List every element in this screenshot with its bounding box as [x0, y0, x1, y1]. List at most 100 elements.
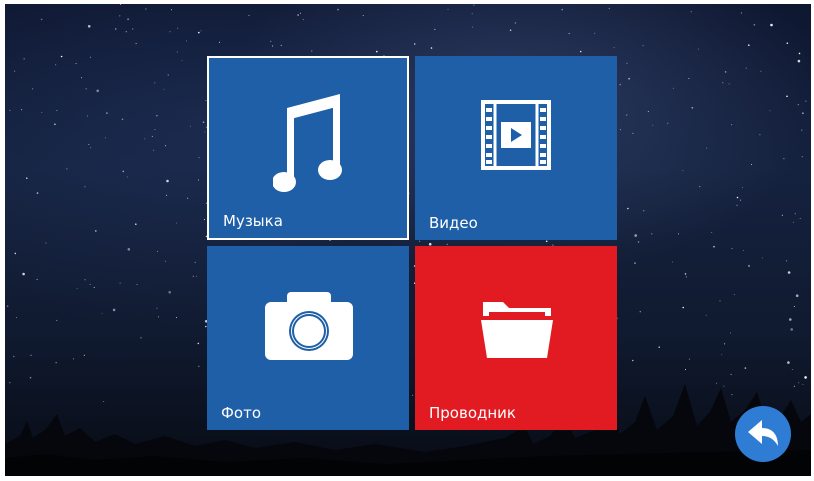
star	[743, 250, 745, 251]
star	[797, 59, 801, 63]
star	[132, 28, 134, 30]
tile-video[interactable]: Видео	[415, 56, 617, 240]
star	[189, 125, 191, 127]
star	[787, 271, 791, 274]
star	[652, 124, 654, 126]
star	[801, 129, 803, 131]
star	[101, 312, 103, 314]
film-play-icon	[481, 100, 551, 170]
star	[81, 77, 82, 79]
star	[144, 138, 146, 140]
star	[446, 243, 448, 245]
star	[9, 109, 11, 111]
star	[413, 43, 416, 45]
star	[176, 51, 178, 53]
device-frame: Музыка Видео Фото Проводник	[0, 0, 814, 481]
star	[200, 30, 202, 32]
star	[722, 82, 724, 84]
star	[684, 273, 687, 275]
star	[685, 276, 687, 278]
star	[724, 71, 727, 73]
star	[56, 110, 58, 111]
star	[156, 114, 158, 117]
star	[96, 89, 99, 93]
star	[713, 245, 715, 248]
star	[122, 170, 125, 173]
star	[167, 74, 169, 76]
star	[126, 176, 128, 178]
star	[95, 230, 97, 232]
tile-explorer[interactable]: Проводник	[415, 246, 617, 430]
star	[76, 288, 78, 290]
star	[627, 207, 629, 210]
star	[471, 26, 473, 28]
star	[169, 31, 171, 33]
star	[769, 110, 771, 112]
star	[14, 70, 16, 72]
folder-open-icon	[481, 302, 553, 358]
star	[740, 12, 742, 14]
star	[760, 70, 762, 72]
star	[145, 8, 147, 10]
star	[447, 8, 449, 10]
star	[89, 284, 91, 285]
star	[799, 218, 801, 219]
star	[667, 122, 669, 124]
star	[706, 147, 708, 149]
star	[22, 272, 25, 276]
star	[672, 87, 674, 89]
star	[165, 145, 167, 147]
star	[579, 50, 582, 53]
star	[761, 257, 763, 259]
star	[302, 19, 304, 21]
star	[798, 52, 801, 55]
star	[748, 44, 750, 46]
star	[628, 77, 630, 80]
star	[168, 290, 171, 294]
star	[154, 82, 156, 84]
star	[23, 58, 25, 60]
star	[728, 83, 730, 85]
star	[166, 194, 168, 196]
star	[60, 55, 63, 58]
star	[793, 306, 795, 307]
star	[164, 260, 166, 262]
star	[198, 157, 200, 159]
star	[753, 24, 756, 26]
tile-photo[interactable]: Фото	[207, 246, 409, 430]
star	[619, 83, 621, 86]
star	[297, 14, 299, 16]
star	[136, 284, 138, 285]
star	[151, 135, 153, 137]
star	[783, 158, 785, 160]
star	[682, 170, 684, 171]
star	[651, 233, 653, 235]
star	[434, 28, 436, 30]
star	[202, 121, 205, 123]
star	[311, 50, 313, 52]
star	[299, 12, 301, 14]
star	[740, 199, 742, 201]
star	[568, 33, 570, 35]
star	[731, 248, 733, 249]
star	[84, 279, 86, 281]
star	[55, 64, 57, 66]
star	[748, 265, 750, 267]
star	[121, 118, 124, 121]
star	[509, 29, 512, 32]
star	[176, 317, 177, 318]
star	[751, 164, 752, 165]
tile-music[interactable]: Музыка	[207, 56, 409, 240]
star	[797, 104, 799, 106]
star	[678, 233, 679, 235]
star	[89, 56, 91, 58]
star	[127, 18, 129, 20]
star	[637, 241, 640, 243]
star	[805, 100, 807, 102]
star	[56, 319, 58, 321]
back-button[interactable]	[735, 406, 791, 462]
star	[801, 156, 803, 158]
star	[545, 240, 548, 243]
star	[75, 63, 77, 65]
star	[154, 129, 156, 130]
